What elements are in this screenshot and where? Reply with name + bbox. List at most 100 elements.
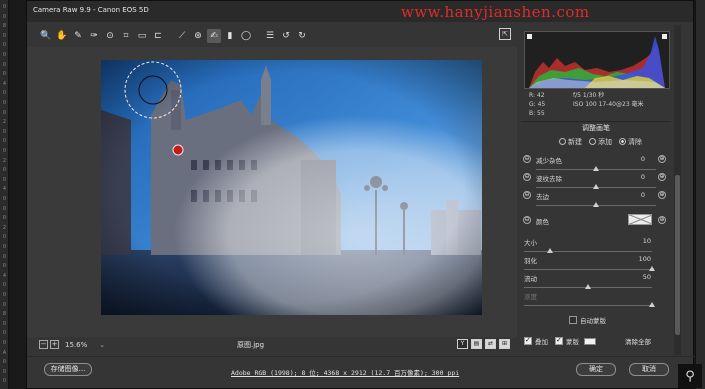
transform-icon[interactable]: ⊏ bbox=[151, 29, 165, 43]
clear-all-button[interactable]: 清除全部 bbox=[625, 336, 651, 346]
overlay-options: 叠加 蒙版 bbox=[524, 336, 596, 346]
ruler-tick-label: 0 bbox=[2, 320, 7, 327]
preview-image[interactable] bbox=[101, 60, 482, 315]
slider-thumb[interactable] bbox=[593, 166, 599, 171]
ruler-tick-label: 0 bbox=[2, 13, 7, 20]
minus-icon[interactable]: ⊖ bbox=[523, 216, 531, 224]
ruler-tick-label: 0 bbox=[2, 138, 7, 145]
slider-value[interactable]: 10 bbox=[631, 237, 651, 245]
mode-erase-option[interactable]: 清除 bbox=[619, 137, 642, 147]
image-viewer[interactable] bbox=[27, 47, 517, 337]
slider-track[interactable] bbox=[524, 251, 652, 252]
overlay-label: 叠加 bbox=[535, 338, 548, 346]
window-title: Camera Raw 9.9 - Canon EOS 5D bbox=[33, 6, 149, 14]
zoom-out-button[interactable]: − bbox=[39, 340, 48, 349]
minus-icon[interactable]: ⊖ bbox=[523, 173, 531, 181]
crop-icon[interactable]: ⌗ bbox=[119, 29, 133, 43]
color-swatch[interactable] bbox=[628, 214, 652, 225]
search-icon[interactable]: ⚲ bbox=[678, 364, 702, 388]
slider-thumb[interactable] bbox=[649, 302, 655, 307]
workflow-options-link[interactable]: Adobe RGB (1998); 8 位; 4368 x 2912 (12.7… bbox=[231, 367, 459, 377]
slider-density[interactable]: 浓度 bbox=[521, 291, 667, 315]
minus-icon[interactable]: ⊖ bbox=[523, 155, 531, 163]
slider-label: 波纹去除 bbox=[536, 175, 562, 183]
cancel-button[interactable]: 取消 bbox=[629, 363, 669, 376]
slider-defringe[interactable]: ⊖ 去边 0 ⊕ bbox=[521, 191, 667, 215]
background-ruler: 0 0 8 0 0 0 0 0 4 0 0 0 2 0 0 0 2 0 0 4 0 0 0 2 0 0 0 0 4 0 0 0 8 0 0 0 A 0 0 0 bbox=[0, 0, 9, 389]
zoom-dropdown-icon[interactable]: ⌄ bbox=[99, 341, 105, 349]
mode-new-option[interactable]: 新建 bbox=[559, 137, 582, 147]
slider-value[interactable]: 0 bbox=[625, 173, 645, 181]
overlay-checkbox[interactable] bbox=[524, 336, 532, 345]
slider-value[interactable]: 0 bbox=[625, 191, 645, 199]
scrollbar-thumb[interactable] bbox=[675, 175, 680, 335]
mode-add-option[interactable]: 添加 bbox=[589, 137, 612, 147]
toggle-view-button[interactable]: ⊞ bbox=[499, 339, 510, 349]
white-balance-icon[interactable]: ✎ bbox=[71, 29, 85, 43]
plus-icon[interactable]: ⊕ bbox=[658, 191, 666, 199]
zoom-in-button[interactable]: + bbox=[50, 340, 59, 349]
minus-icon[interactable]: ⊖ bbox=[523, 191, 531, 199]
ok-button[interactable]: 确定 bbox=[576, 363, 616, 376]
color-sampler-icon[interactable]: ✑ bbox=[87, 29, 101, 43]
rgb-readout: R: 42 G: 45 B: 55 bbox=[529, 92, 546, 117]
graduated-filter-icon[interactable]: ▮ bbox=[223, 29, 237, 43]
slider-thumb[interactable] bbox=[585, 284, 591, 289]
ruler-tick-label: 0 bbox=[2, 368, 7, 375]
ruler-tick-label: 0 bbox=[2, 340, 7, 346]
zoom-value[interactable]: 15.6% bbox=[65, 341, 87, 349]
swap-settings-button[interactable]: ⇄ bbox=[485, 339, 496, 349]
mask-color-swatch[interactable] bbox=[584, 337, 596, 345]
straighten-icon[interactable]: ▭ bbox=[135, 29, 149, 43]
rotate-cw-icon[interactable]: ↻ bbox=[295, 29, 309, 43]
shadow-clipping-icon[interactable] bbox=[527, 34, 532, 39]
save-image-button[interactable]: 存储图像... bbox=[44, 363, 92, 376]
auto-mask-option[interactable]: 自动蒙版 bbox=[569, 315, 606, 325]
auto-mask-checkbox[interactable] bbox=[569, 316, 577, 324]
rotate-ccw-icon[interactable]: ↺ bbox=[279, 29, 293, 43]
auto-mask-label: 自动蒙版 bbox=[580, 317, 606, 325]
ruler-tick-label: A bbox=[2, 349, 7, 356]
slider-thumb[interactable] bbox=[546, 248, 553, 253]
slider-track[interactable] bbox=[524, 305, 652, 306]
ruler-tick-label: 0 bbox=[2, 71, 7, 78]
before-after-cycle-button[interactable]: Y bbox=[457, 339, 468, 349]
ruler-tick-label: 2 bbox=[2, 119, 7, 126]
adjustment-brush-icon[interactable]: ✍ bbox=[207, 29, 221, 43]
plus-icon[interactable]: ⊕ bbox=[658, 216, 666, 224]
red-eye-icon[interactable]: ⊛ bbox=[191, 29, 205, 43]
slider-thumb[interactable] bbox=[593, 202, 599, 207]
plus-icon[interactable]: ⊕ bbox=[658, 173, 666, 181]
before-after-split-button[interactable]: ▤ bbox=[471, 339, 482, 349]
ruler-tick-label: 8 bbox=[2, 311, 7, 318]
radial-filter-icon[interactable]: ◯ bbox=[239, 29, 253, 43]
slider-thumb[interactable] bbox=[593, 184, 599, 189]
toolbar: 🔍 ✋ ✎ ✑ ⊙ ⌗ ▭ ⊏ ⟋ ⊛ ✍ ▮ ◯ ☰ ↺ ↻ bbox=[27, 25, 517, 47]
zoom-icon[interactable]: 🔍 bbox=[39, 29, 53, 43]
ruler-tick-label: 0 bbox=[2, 263, 7, 270]
highlight-clipping-icon[interactable] bbox=[662, 34, 667, 39]
slider-value[interactable]: 100 bbox=[631, 255, 651, 263]
brush-mode-options: 新建 添加 清除 bbox=[559, 137, 642, 147]
mask-checkbox[interactable] bbox=[555, 336, 563, 345]
mask-label: 蒙版 bbox=[566, 338, 579, 346]
panel-title: 调整画笔 bbox=[582, 124, 610, 132]
ruler-tick-label: 0 bbox=[2, 253, 7, 260]
plus-icon[interactable]: ⊕ bbox=[658, 155, 666, 163]
fullscreen-icon[interactable]: ⇱ bbox=[499, 28, 511, 40]
preferences-icon[interactable]: ☰ bbox=[263, 29, 277, 43]
ruler-tick-label: 0 bbox=[2, 301, 7, 308]
target-adjust-icon[interactable]: ⊙ bbox=[103, 29, 117, 43]
slider-thumb[interactable] bbox=[649, 266, 655, 271]
hand-icon[interactable]: ✋ bbox=[55, 29, 69, 43]
ruler-tick-label: 0 bbox=[2, 100, 7, 106]
ruler-tick-label: 4 bbox=[2, 186, 7, 193]
ruler-tick-label: 4 bbox=[2, 272, 7, 279]
ruler-tick-label: 0 bbox=[2, 52, 7, 58]
spot-removal-icon[interactable]: ⟋ bbox=[175, 29, 189, 43]
panel-scrollbar[interactable] bbox=[674, 25, 681, 355]
exif-readout: f/5 1/30 秒 ISO 100 17-40@23 毫米 bbox=[573, 92, 644, 108]
slider-value[interactable]: 50 bbox=[631, 273, 651, 281]
slider-value[interactable]: 0 bbox=[625, 155, 645, 163]
slider-track[interactable] bbox=[524, 269, 652, 270]
